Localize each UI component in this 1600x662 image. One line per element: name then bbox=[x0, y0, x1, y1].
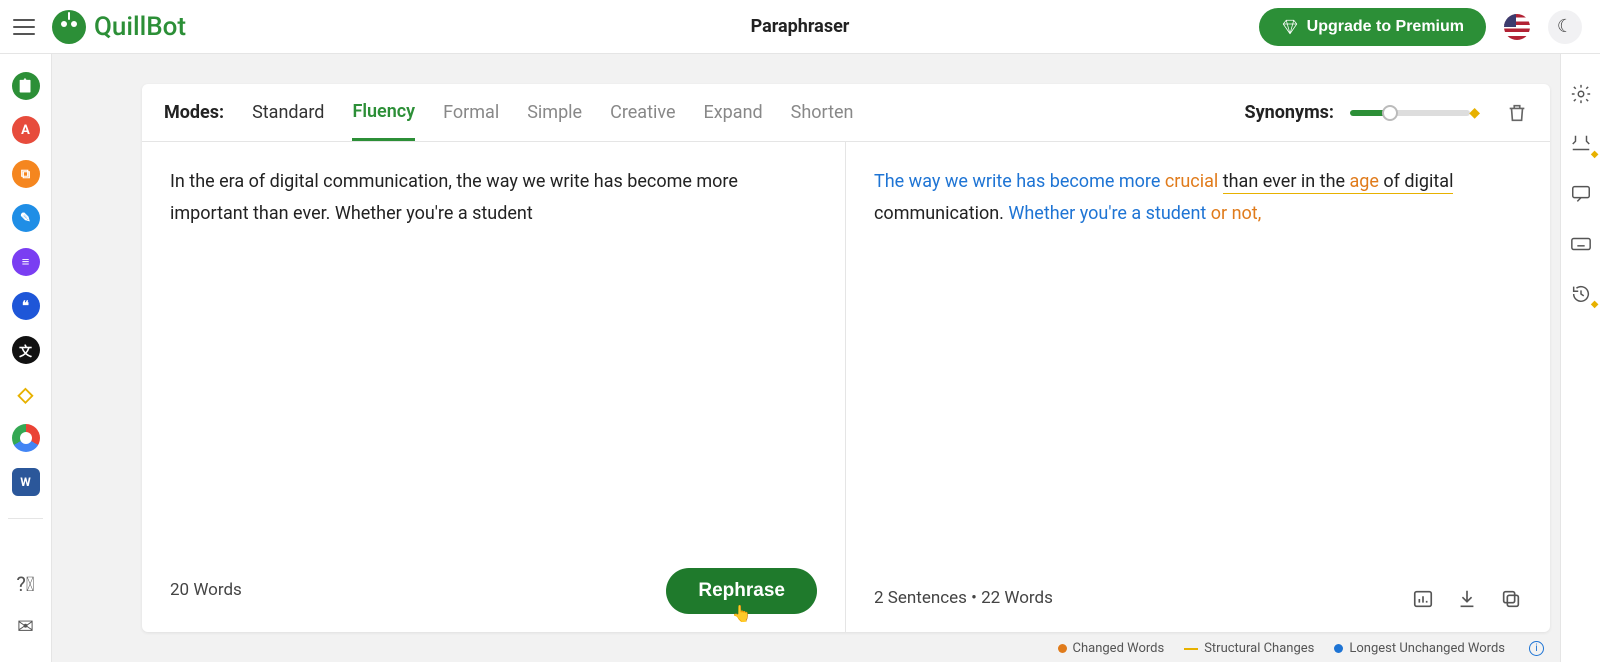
output-actions bbox=[1412, 588, 1522, 610]
workspace: Modes: Standard Fluency Formal Simple Creati… bbox=[52, 54, 1560, 662]
diamond-icon: ◆ bbox=[1469, 105, 1480, 121]
output-segment[interactable]: of digital bbox=[1379, 171, 1454, 194]
diamond-outline-icon: ◇ bbox=[18, 382, 33, 406]
legend-structural: Structural Changes bbox=[1184, 641, 1314, 656]
modes-toolbar: Modes: Standard Fluency Formal Simple Creati… bbox=[142, 84, 1550, 142]
sidebar-item-chrome-extension[interactable] bbox=[12, 424, 40, 452]
paraphraser-card: Modes: Standard Fluency Formal Simple Creati… bbox=[142, 84, 1550, 632]
word-icon: W bbox=[20, 475, 31, 489]
brand-logo[interactable]: QuillBot bbox=[52, 10, 186, 44]
mode-tab-creative[interactable]: Creative bbox=[610, 86, 675, 139]
input-word-count: 20 Words bbox=[170, 576, 242, 606]
rephrase-label: Rephrase bbox=[698, 580, 785, 601]
legend-longest: Longest Unchanged Words bbox=[1334, 641, 1505, 656]
synonyms-slider[interactable]: ◆ bbox=[1350, 110, 1470, 116]
legend-changed: Changed Words bbox=[1058, 641, 1165, 656]
feedback-button[interactable] bbox=[1569, 182, 1593, 206]
sidebar-item-translator[interactable]: 文 bbox=[12, 336, 40, 364]
mode-tab-formal[interactable]: Formal bbox=[443, 86, 499, 139]
letter-a-check-icon: A bbox=[21, 123, 30, 138]
output-pane[interactable]: The way we write has become more crucial… bbox=[846, 142, 1550, 632]
legend-info-icon[interactable]: i bbox=[1529, 641, 1544, 656]
compare-modes-button[interactable]: ◆ bbox=[1569, 132, 1593, 156]
rephrase-button[interactable]: Rephrase 👆 bbox=[666, 568, 817, 614]
pen-icon: ✎ bbox=[20, 211, 31, 226]
translate-icon: 文 bbox=[19, 341, 32, 360]
synonyms-label: Synonyms: bbox=[1245, 102, 1334, 123]
menu-button[interactable] bbox=[10, 13, 38, 41]
chat-icon bbox=[1570, 183, 1592, 205]
right-rail: ◆ ◆ bbox=[1560, 54, 1600, 662]
sidebar-item-co-writer[interactable]: ✎ bbox=[12, 204, 40, 232]
app-header: QuillBot Paraphraser Upgrade to Premium … bbox=[0, 0, 1600, 54]
language-flag-us[interactable] bbox=[1504, 14, 1530, 40]
editor-panes: In the era of digital communication, the… bbox=[142, 142, 1550, 632]
output-segment[interactable]: The way we write has become more bbox=[874, 171, 1165, 192]
output-segment[interactable]: than ever in the bbox=[1223, 171, 1350, 194]
help-button[interactable]: ?⃝ bbox=[14, 572, 38, 596]
statistics-icon[interactable] bbox=[1412, 588, 1434, 610]
sidebar-item-word-extension[interactable]: W bbox=[12, 468, 40, 496]
mode-tab-expand[interactable]: Expand bbox=[704, 86, 763, 139]
upgrade-label: Upgrade to Premium bbox=[1307, 18, 1464, 36]
cursor-pointer-icon: 👆 bbox=[732, 604, 752, 624]
slider-knob[interactable] bbox=[1382, 105, 1398, 121]
tool-sidebar: 📋 A ⧉ ✎ ≡ ❝ 文 ◇ W ?⃝ ✉ bbox=[0, 54, 52, 662]
sidebar-item-citation-generator[interactable]: ❝ bbox=[12, 292, 40, 320]
diamond-badge-icon: ◆ bbox=[1591, 149, 1599, 160]
history-button[interactable]: ◆ bbox=[1569, 282, 1593, 306]
quote-icon: ❝ bbox=[22, 299, 29, 314]
mode-tab-shorten[interactable]: Shorten bbox=[791, 86, 854, 139]
output-stats: 2 Sentences • 22 Words bbox=[874, 584, 1053, 614]
clear-input-button[interactable] bbox=[1506, 102, 1528, 124]
gear-icon bbox=[1570, 83, 1592, 105]
mail-icon: ✉ bbox=[17, 614, 34, 638]
diamond-icon bbox=[1281, 18, 1299, 36]
settings-button[interactable] bbox=[1569, 82, 1593, 106]
copy-icon: ⧉ bbox=[21, 167, 30, 182]
lines-icon: ≡ bbox=[22, 254, 30, 270]
diamond-badge-icon: ◆ bbox=[1591, 299, 1599, 310]
keyboard-icon bbox=[1570, 233, 1592, 255]
trash-icon bbox=[1506, 102, 1528, 124]
sidebar-item-premium[interactable]: ◇ bbox=[12, 380, 40, 408]
upgrade-premium-button[interactable]: Upgrade to Premium bbox=[1259, 8, 1486, 46]
contact-button[interactable]: ✉ bbox=[14, 614, 38, 638]
mode-tab-fluency[interactable]: Fluency bbox=[352, 85, 415, 141]
mode-tab-standard[interactable]: Standard bbox=[252, 86, 324, 139]
history-icon bbox=[1570, 283, 1592, 305]
robot-icon bbox=[52, 10, 86, 44]
sidebar-item-summarizer[interactable]: ≡ bbox=[12, 248, 40, 276]
input-pane[interactable]: In the era of digital communication, the… bbox=[142, 142, 846, 632]
help-icon: ?⃝ bbox=[16, 572, 34, 596]
page-title: Paraphraser bbox=[751, 16, 850, 37]
modes-label: Modes: bbox=[164, 102, 224, 123]
theme-toggle[interactable]: ☾ bbox=[1548, 10, 1582, 44]
sidebar-item-paraphraser[interactable]: 📋 bbox=[12, 72, 40, 100]
output-segment[interactable]: communication. bbox=[874, 203, 1008, 224]
download-icon[interactable] bbox=[1456, 588, 1478, 610]
sidebar-item-plagiarism-checker[interactable]: ⧉ bbox=[12, 160, 40, 188]
copy-icon[interactable] bbox=[1500, 588, 1522, 610]
output-segment[interactable]: or not, bbox=[1211, 203, 1261, 224]
sidebar-divider bbox=[8, 518, 44, 519]
input-text[interactable]: In the era of digital communication, the… bbox=[170, 166, 817, 229]
clipboard-icon: 📋 bbox=[17, 79, 33, 94]
mode-tab-simple[interactable]: Simple bbox=[527, 86, 582, 139]
output-segment[interactable]: age bbox=[1350, 171, 1379, 194]
output-legend: Changed Words Structural Changes Longest… bbox=[1058, 641, 1545, 656]
hotkeys-button[interactable] bbox=[1569, 232, 1593, 256]
compare-icon bbox=[1570, 133, 1592, 155]
output-segment[interactable]: Whether you're a student bbox=[1008, 203, 1210, 224]
sidebar-item-grammar-checker[interactable]: A bbox=[12, 116, 40, 144]
moon-icon: ☾ bbox=[1557, 16, 1573, 37]
output-segment[interactable]: crucial bbox=[1165, 171, 1218, 192]
output-text[interactable]: The way we write has become more crucial… bbox=[874, 166, 1522, 229]
brand-name: QuillBot bbox=[94, 12, 186, 42]
